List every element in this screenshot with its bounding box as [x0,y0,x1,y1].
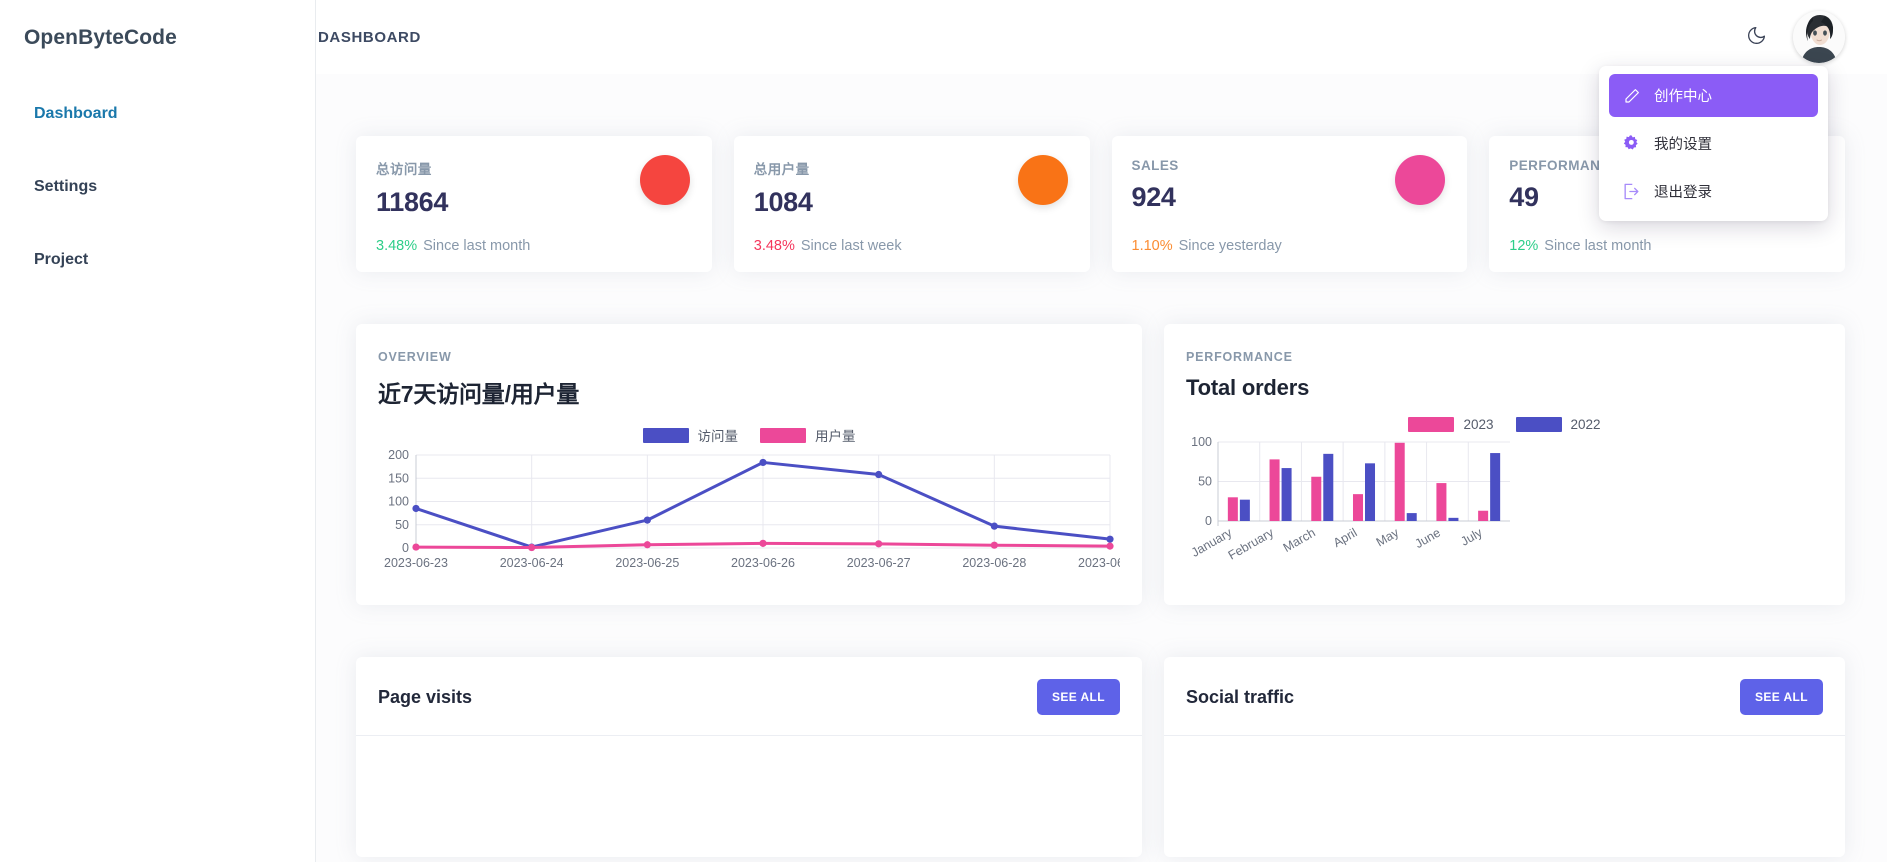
stat-bubble-icon [1017,155,1068,205]
stat-delta: 3.48% [753,238,795,254]
chart-heading: 近7天访问量/用户量 [378,381,580,407]
dropdown-item-label: 退出登录 [1654,185,1712,201]
stat-bubble-icon [639,155,690,205]
stat-delta: 12% [1509,238,1539,254]
svg-text:200: 200 [388,449,409,462]
legend-swatch-2022 [1515,417,1562,432]
svg-text:2023-06-26: 2023-06-26 [731,556,795,570]
page-visits-panel: Page visits SEE ALL [356,657,1142,857]
user-dropdown-menu: 创作中心 我的设置 退出登录 [1599,66,1828,221]
moon-icon [1746,25,1767,49]
topbar-left: DASHBOARD [316,29,421,46]
stat-card-sales: SALES 924 1.10% Since yesterday [1111,136,1468,272]
svg-text:2023-06-28: 2023-06-28 [962,556,1026,570]
svg-text:50: 50 [395,518,409,532]
svg-text:2023-06-24: 2023-06-24 [500,556,564,570]
legend-label: 2023 [1463,417,1494,432]
panel-title: Page visits [378,686,473,707]
stat-period: Since last month [1544,238,1652,254]
svg-text:0: 0 [402,541,409,555]
avatar[interactable] [1793,11,1845,63]
gear-icon [1622,134,1641,153]
legend-label: 2022 [1570,417,1601,432]
bar-plot: 0 50 100 January February March April May June Ju… [1186,436,1823,561]
line-plot: 0 50 100 150 200 2023-06-23 2023-06-24 2023-06-… [378,449,1120,574]
bottom-row: Page visits SEE ALL Social traffic SEE A… [356,657,1845,857]
dark-mode-toggle[interactable] [1739,20,1773,54]
legend-swatch-users [760,427,806,443]
pencil-icon [1622,86,1641,105]
dropdown-item-label: 创作中心 [1654,89,1712,105]
see-all-button-page-visits[interactable]: SEE ALL [1036,679,1120,715]
stat-period: Since last week [800,238,902,254]
panel-header: Social traffic SEE ALL [1164,657,1845,736]
svg-text:May: May [1374,525,1402,549]
svg-text:February: February [1226,525,1277,561]
sidebar: OpenByteCode Dashboard Settings Project [0,0,316,862]
legend-item[interactable]: 2023 [1408,417,1494,432]
bar-chart-legend: 2023 2022 [1186,417,1823,432]
svg-text:2023-06-23: 2023-06-23 [384,556,448,570]
chart-eyebrow: OVERVIEW [378,350,452,364]
legend-swatch-visits [642,427,689,443]
stat-delta: 1.10% [1131,238,1173,254]
panel-title: Social traffic [1186,686,1295,707]
chart-eyebrow: PERFORMANCE [1186,350,1293,364]
dropdown-item-my-settings[interactable]: 我的设置 [1609,122,1818,165]
sidebar-item-project[interactable]: Project [0,240,315,280]
stat-period: Since last month [423,238,531,254]
stat-footer: 1.10% Since yesterday [1132,238,1282,254]
svg-text:100: 100 [1191,436,1212,449]
dropdown-item-label: 我的设置 [1654,137,1712,153]
svg-text:0: 0 [1205,514,1212,528]
page-title: DASHBOARD [318,28,421,46]
chart-heading: Total orders [1186,375,1310,400]
dropdown-item-logout[interactable]: 退出登录 [1609,170,1818,213]
line-chart-svg: 0 50 100 150 200 2023-06-23 2023-06-24 2023-06-… [384,449,1120,570]
see-all-button-social-traffic[interactable]: SEE ALL [1739,679,1823,715]
legend-item[interactable]: 用户量 [760,425,856,445]
app-root: OpenByteCode Dashboard Settings Project … [0,0,1887,862]
sidebar-item-dashboard[interactable]: Dashboard [0,94,315,134]
stat-footer: 3.48% Since last month [376,238,530,254]
topbar: DASHBOARD [316,0,1887,74]
avatar-image [1793,11,1845,63]
sidebar-nav: Dashboard Settings Project [0,94,315,280]
svg-text:June: June [1412,525,1443,551]
stat-bubble-icon [1395,155,1446,205]
svg-text:April: April [1331,525,1360,550]
svg-text:100: 100 [388,495,409,509]
performance-chart-card: PERFORMANCE Total orders 2023 2022 0 50 … [1164,324,1845,605]
topbar-right [1739,11,1845,63]
svg-text:2023-06-29: 2023-06-29 [1078,556,1120,570]
svg-text:50: 50 [1198,475,1212,489]
logout-icon [1622,182,1641,201]
main-area: DASHBOARD 总访问量 11864 3.48% Since last mo… [316,0,1887,862]
legend-item[interactable]: 访问量 [642,425,739,445]
dropdown-item-creation-center[interactable]: 创作中心 [1609,74,1818,117]
legend-label: 用户量 [815,429,856,444]
svg-text:March: March [1281,525,1318,555]
stat-footer: 3.48% Since last week [754,238,902,254]
social-traffic-panel: Social traffic SEE ALL [1164,657,1845,857]
charts-row: OVERVIEW 近7天访问量/用户量 访问量 用户量 0 50 100 150… [356,324,1845,605]
stat-footer: 12% Since last month [1509,238,1651,254]
svg-text:July: July [1458,525,1485,549]
legend-swatch-2023 [1408,417,1455,432]
line-chart-legend: 访问量 用户量 [378,425,1120,445]
stat-card-visits: 总访问量 11864 3.48% Since last month [356,136,712,272]
svg-text:2023-06-25: 2023-06-25 [615,556,679,570]
legend-item[interactable]: 2022 [1515,417,1601,432]
svg-text:150: 150 [388,471,409,485]
bar-chart-svg: 050100JanuaryFebruary March April May June Ju… [1189,436,1510,561]
panel-header: Page visits SEE ALL [356,657,1142,736]
stat-card-users: 总用户量 1084 3.48% Since last week [733,136,1090,272]
overview-chart-card: OVERVIEW 近7天访问量/用户量 访问量 用户量 0 50 100 150… [356,324,1142,605]
sidebar-item-settings[interactable]: Settings [0,167,315,207]
stat-period: Since yesterday [1178,238,1282,254]
legend-label: 访问量 [697,429,739,444]
stat-delta: 3.48% [376,238,418,254]
brand-logo: OpenByteCode [24,26,177,49]
svg-text:2023-06-27: 2023-06-27 [847,556,911,570]
